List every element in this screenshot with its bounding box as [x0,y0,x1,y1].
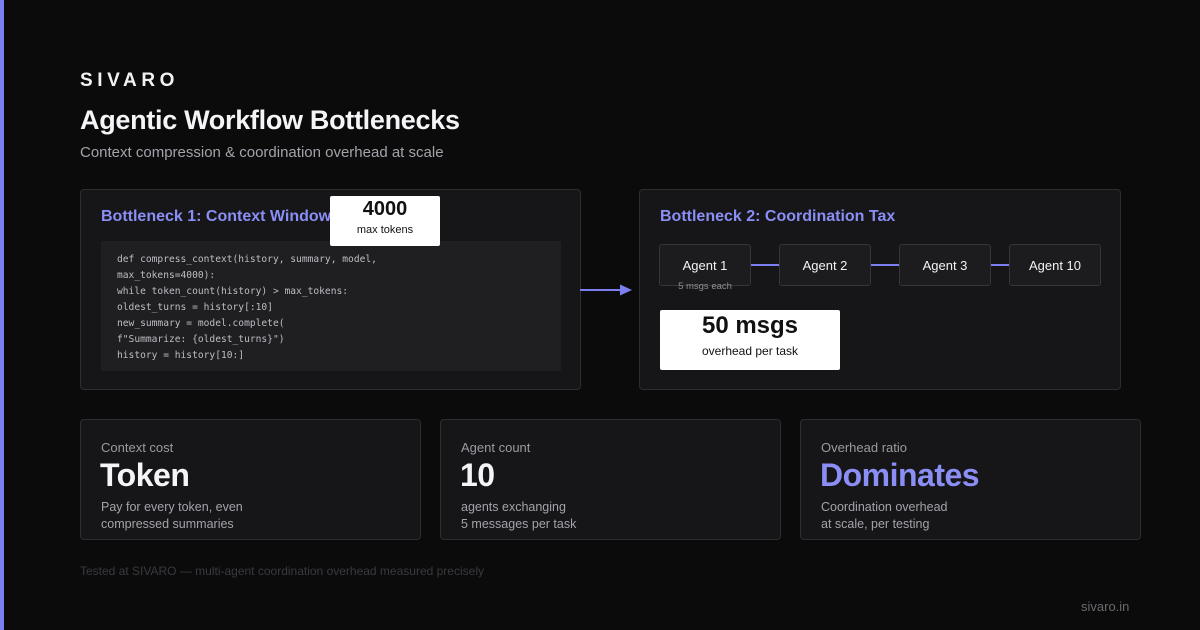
stat-description: Coordination overhead at scale, per test… [821,499,947,533]
stat-description-line: compressed summaries [101,517,234,531]
page-subtitle: Context compression & coordination overh… [80,144,444,161]
code-line: history = history[10:] [117,350,245,361]
agent-node: Agent 1 [659,244,751,286]
stat-description-line: Coordination overhead [821,500,948,514]
bottleneck-coordination-title: Bottleneck 2: Coordination Tax [660,208,896,225]
stat-description: agents exchanging 5 messages per task [461,499,576,533]
overhead-label: overhead per task [701,344,799,358]
code-line: def compress_context(history, summary, m… [117,254,377,265]
stat-card-context-cost: Context cost Token Pay for every token, … [80,419,421,540]
agent-node: Agent 3 [899,244,991,286]
page-title: Agentic Workflow Bottlenecks [80,105,460,135]
brand-logo: SIVARO [80,70,180,91]
max-tokens-callout: 4000 max tokens [330,196,440,246]
agent-message-note: 5 msgs each [678,281,732,292]
site-url: sivaro.in [1081,599,1130,614]
overhead-callout: 50 msgs overhead per task [660,310,840,370]
code-line: while token_count(history) > max_tokens: [117,286,349,297]
code-line: new_summary = model.complete( [117,318,285,329]
max-tokens-label: max tokens [356,224,414,236]
agent-connector [870,264,900,266]
stat-description-line: at scale, per testing [821,517,930,531]
code-line: oldest_turns = history[:10] [117,302,273,313]
stat-card-agent-count: Agent count 10 agents exchanging 5 messa… [440,419,781,540]
stat-label: Agent count [461,440,531,455]
stat-description-line: 5 messages per task [461,517,577,531]
accent-bar [0,0,4,630]
stat-value: Dominates [820,457,980,493]
stat-label: Overhead ratio [821,440,907,455]
stat-value: Token [100,457,190,493]
bottleneck-context-title: Bottleneck 1: Context Window [101,208,332,225]
stat-description-line: agents exchanging [461,500,566,514]
agent-connector [990,264,1010,266]
stat-label: Context cost [101,440,174,455]
stat-value: 10 [460,457,495,493]
max-tokens-value: 4000 [362,198,408,220]
overhead-value: 50 msgs [701,312,799,339]
footnote: Tested at SIVARO — multi-agent coordinat… [80,564,484,578]
agent-connector [750,264,780,266]
code-line: max_tokens=4000): [117,270,216,281]
agent-node: Agent 10 [1009,244,1101,286]
code-line: f"Summarize: {oldest_turns}") [117,334,285,345]
agent-node: Agent 2 [779,244,871,286]
stat-description: Pay for every token, even compressed sum… [101,499,243,533]
stat-description-line: Pay for every token, even [101,500,243,514]
flow-arrow-icon [580,284,632,296]
code-block: def compress_context(history, summary, m… [101,241,561,371]
stat-card-overhead-ratio: Overhead ratio Dominates Coordination ov… [800,419,1141,540]
